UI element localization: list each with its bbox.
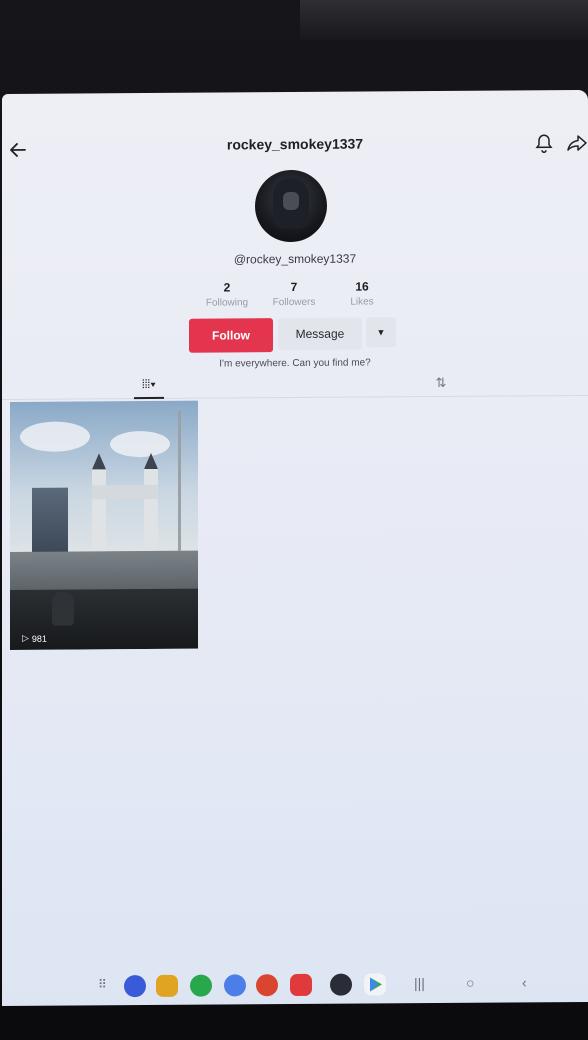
tablet-screen: rockey_smokey1337 @rockey_smokey1337 2 F… <box>2 89 588 1007</box>
view-count: ▷ 981 <box>22 633 47 644</box>
caret-down-icon: ▼ <box>376 327 386 338</box>
profile-handle: @rockey_smokey1337 <box>233 251 357 267</box>
content-tabs: ⦙⦙⦙▾ ⇅ <box>2 373 588 401</box>
stat-value: 16 <box>355 279 369 294</box>
video-thumbnail[interactable]: ▷ 981 <box>10 400 198 650</box>
tab-reposts[interactable]: ⇅ <box>430 375 452 397</box>
top-bar: rockey_smokey1337 <box>2 124 588 168</box>
bell-icon[interactable] <box>534 132 554 154</box>
stat-likes: 16 Likes <box>327 279 397 307</box>
stat-value: 2 <box>223 280 231 295</box>
photo-frame: rockey_smokey1337 @rockey_smokey1337 2 F… <box>0 0 588 1040</box>
samsung-internet-icon[interactable] <box>124 975 146 998</box>
thumb-gate-right <box>144 466 158 558</box>
thumb-spire <box>92 453 106 470</box>
keyboard-glimpse <box>300 0 588 40</box>
tab-videos[interactable]: ⦙⦙⦙▾ <box>134 376 164 400</box>
back-icon[interactable]: ‹ <box>522 974 527 990</box>
stat-followers[interactable]: 7 Followers <box>259 280 329 308</box>
thumb-building <box>32 487 68 554</box>
thumb-road <box>10 550 198 592</box>
avatar-face-shape <box>283 191 299 211</box>
messages-icon[interactable] <box>224 974 246 997</box>
repost-icon: ⇅ <box>435 374 447 391</box>
app-drawer-icon[interactable]: ⠿ <box>98 977 107 991</box>
thumb-figurine <box>52 591 74 626</box>
home-icon[interactable]: ○ <box>466 975 474 991</box>
grid-icon: ⦙⦙⦙▾ <box>142 376 156 392</box>
stat-label: Following <box>205 297 249 309</box>
play-store-icon[interactable] <box>364 973 386 996</box>
view-count-value: 981 <box>31 633 47 644</box>
files-icon[interactable] <box>156 974 178 997</box>
system-taskbar: ⠿ ||| ○ ‹ <box>2 970 588 1006</box>
phone-icon[interactable] <box>190 974 212 997</box>
share-icon[interactable] <box>566 132 588 154</box>
stat-label: Likes <box>350 296 374 308</box>
message-button[interactable]: Message <box>278 317 362 351</box>
more-options-button[interactable]: ▼ <box>366 317 396 348</box>
follow-button[interactable]: Follow <box>189 318 273 353</box>
thumb-spire <box>144 452 158 470</box>
recents-icon[interactable]: ||| <box>414 975 425 991</box>
thumb-gate-top <box>92 484 158 500</box>
avatar[interactable] <box>255 169 327 243</box>
page-title: rockey_smokey1337 <box>226 135 364 153</box>
thumb-gate-left <box>92 467 106 558</box>
profile-stats: 2 Following 7 Followers 16 Likes <box>192 279 392 314</box>
stat-following[interactable]: 2 Following <box>192 280 262 308</box>
camera-icon[interactable] <box>256 974 278 997</box>
profile-bio: I'm everywhere. Can you find me? <box>219 357 371 370</box>
play-icon: ▷ <box>22 632 29 643</box>
stat-label: Followers <box>272 296 316 309</box>
thumb-lamp-post <box>178 410 181 551</box>
stat-value: 7 <box>290 279 298 295</box>
settings-icon[interactable] <box>330 973 352 996</box>
video-icon[interactable] <box>290 973 312 997</box>
